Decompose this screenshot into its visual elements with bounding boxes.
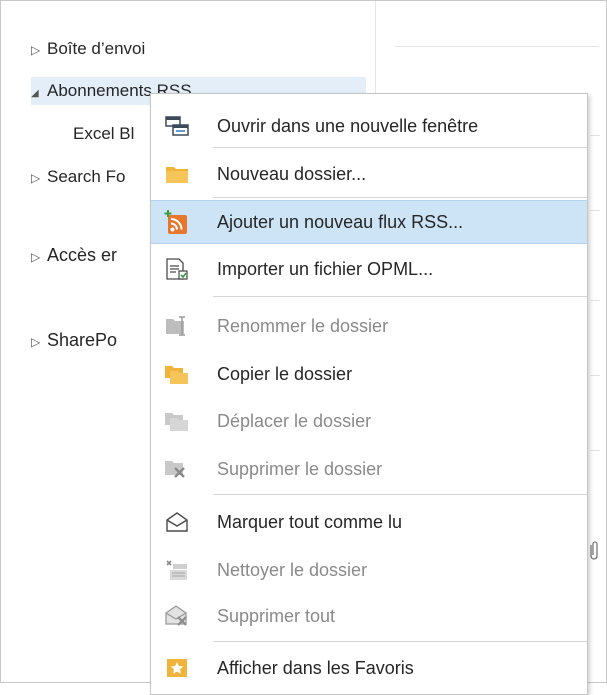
menu-item-show-in-favorites[interactable]: Afficher dans les Favoris xyxy=(151,646,587,690)
menu-separator xyxy=(213,197,587,198)
menu-item-delete-folder[interactable]: Supprimer le dossier xyxy=(151,447,587,491)
expand-arrow-icon[interactable]: ▷ xyxy=(31,243,47,271)
menu-item-copy-folder[interactable]: Copier le dossier xyxy=(151,352,587,396)
menu-item-add-rss-feed[interactable]: Ajouter un nouveau flux RSS... xyxy=(151,200,587,244)
rss-add-icon xyxy=(157,200,197,244)
reading-pane-divider xyxy=(590,210,600,211)
folder-label: Excel Bl xyxy=(73,124,135,143)
reading-pane-divider xyxy=(395,46,599,47)
menu-item-label: Supprimer tout xyxy=(217,605,336,626)
folder-icon xyxy=(157,152,197,196)
menu-separator xyxy=(213,641,587,642)
new-window-icon xyxy=(157,104,197,148)
folder-label: Accès er xyxy=(47,245,118,265)
import-opml-icon xyxy=(157,247,197,291)
menu-separator xyxy=(213,494,587,495)
menu-item-open-new-window[interactable]: Ouvrir dans une nouvelle fenêtre xyxy=(151,104,587,148)
menu-item-rename-folder[interactable]: Renommer le dossier xyxy=(151,304,587,348)
menu-item-label: Nettoyer le dossier xyxy=(217,559,368,580)
reading-pane-divider xyxy=(590,135,600,136)
copy-folder-icon xyxy=(157,352,197,396)
folder-label: Search Fo xyxy=(47,167,126,186)
rename-folder-icon xyxy=(157,304,197,348)
context-menu: Ouvrir dans une nouvelle fenêtre Nouveau… xyxy=(150,93,588,695)
delete-folder-icon xyxy=(157,447,197,491)
folder-item-sharepoint[interactable]: ▷ SharePo xyxy=(31,326,117,354)
menu-separator xyxy=(213,296,587,297)
menu-item-label: Marquer tout comme lu xyxy=(217,511,403,532)
menu-item-clean-folder[interactable]: Nettoyer le dossier xyxy=(151,548,587,592)
delete-all-icon xyxy=(157,594,197,638)
menu-item-label: Importer un fichier OPML... xyxy=(217,258,434,279)
mark-read-icon xyxy=(157,500,197,544)
reading-pane-divider xyxy=(590,300,600,301)
menu-item-label: Nouveau dossier... xyxy=(217,163,367,184)
reading-pane-divider xyxy=(590,450,600,451)
menu-item-label: Afficher dans les Favoris xyxy=(217,657,414,678)
expand-arrow-icon[interactable]: ▷ xyxy=(31,328,47,356)
menu-item-label: Supprimer le dossier xyxy=(217,458,383,479)
folder-item-access[interactable]: ▷ Accès er xyxy=(31,241,117,269)
menu-item-label: Déplacer le dossier xyxy=(217,410,372,431)
folder-label: Boîte d’envoi xyxy=(47,39,146,58)
menu-item-label: Ouvrir dans une nouvelle fenêtre xyxy=(217,115,479,136)
menu-item-import-opml[interactable]: Importer un fichier OPML... xyxy=(151,247,587,291)
menu-item-label: Copier le dossier xyxy=(217,363,353,384)
expand-arrow-icon[interactable]: ▷ xyxy=(31,36,47,64)
expand-arrow-icon[interactable]: ▷ xyxy=(31,164,47,192)
menu-item-new-folder[interactable]: Nouveau dossier... xyxy=(151,152,587,196)
menu-item-delete-all[interactable]: Supprimer tout xyxy=(151,594,587,638)
attachment-icon xyxy=(588,540,598,562)
menu-separator xyxy=(213,147,587,148)
menu-item-mark-all-read[interactable]: Marquer tout comme lu xyxy=(151,500,587,544)
folder-item-search-folders[interactable]: ▷ Search Fo xyxy=(31,163,125,191)
collapse-arrow-icon[interactable]: ◢ xyxy=(31,80,47,108)
folder-item-outbox[interactable]: ▷ Boîte d’envoi xyxy=(31,35,145,63)
folder-item-excel-blog[interactable]: Excel Bl xyxy=(73,120,134,148)
reading-pane-divider xyxy=(590,375,600,376)
favorites-icon xyxy=(157,646,197,690)
move-folder-icon xyxy=(157,399,197,443)
menu-item-label: Ajouter un nouveau flux RSS... xyxy=(217,211,464,232)
menu-item-label: Renommer le dossier xyxy=(217,315,389,336)
menu-item-move-folder[interactable]: Déplacer le dossier xyxy=(151,399,587,443)
clean-folder-icon xyxy=(157,548,197,592)
folder-label: SharePo xyxy=(47,330,118,350)
